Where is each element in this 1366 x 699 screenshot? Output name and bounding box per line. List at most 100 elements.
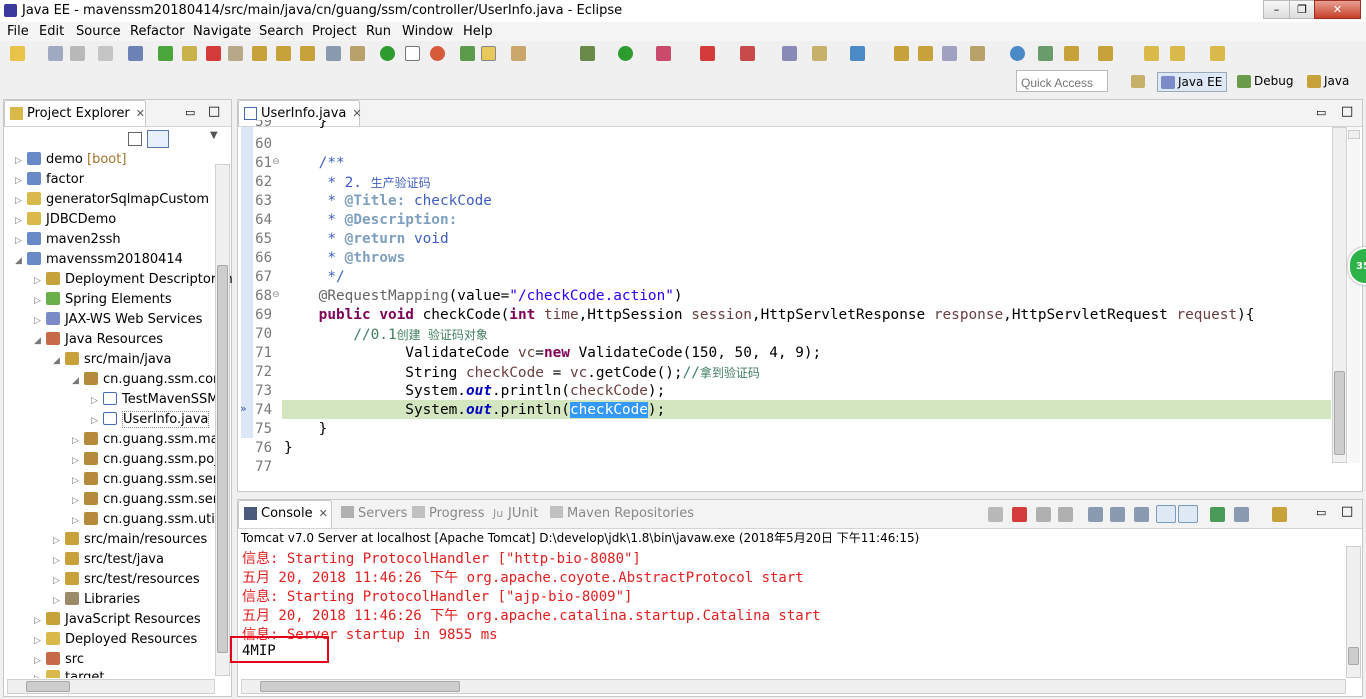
- close-tab-icon[interactable]: ✕: [319, 507, 328, 520]
- tree-item[interactable]: ▷ demo [boot]: [15, 150, 126, 170]
- clear-console-icon[interactable]: [1088, 507, 1103, 522]
- server-start-icon[interactable]: [380, 46, 395, 61]
- restore-button[interactable]: ❐: [1289, 0, 1315, 19]
- remove-all-terminated-icon[interactable]: [1036, 507, 1051, 522]
- maximize-view-icon[interactable]: □: [208, 104, 220, 119]
- menu-navigate[interactable]: Navigate: [193, 24, 251, 39]
- menu-edit[interactable]: Edit: [39, 24, 64, 39]
- tree-item[interactable]: ▷ Deployed Resources: [34, 630, 197, 650]
- tree-item[interactable]: ▷ Spring Elements: [34, 290, 172, 310]
- tree-item[interactable]: ▷ JavaScript Resources: [34, 610, 201, 630]
- console-hscroll-thumb[interactable]: [260, 681, 460, 692]
- tree-item[interactable]: ▷ cn.guang.ssm.serv: [72, 470, 226, 490]
- maximize-editor-icon[interactable]: □: [1341, 104, 1353, 119]
- drop-to-frame-icon[interactable]: [326, 46, 341, 61]
- editor-vertical-scrollbar[interactable]: [1332, 127, 1347, 463]
- tree-item[interactable]: ▷ Libraries: [53, 590, 140, 610]
- menu-source[interactable]: Source: [76, 24, 121, 39]
- display-selected-console-icon[interactable]: [1234, 507, 1249, 522]
- close-tab-icon[interactable]: ✕: [352, 107, 361, 120]
- maximize-console-icon[interactable]: □: [1341, 504, 1353, 519]
- forward-back-icon[interactable]: [1170, 46, 1185, 61]
- menu-refactor[interactable]: Refactor: [130, 24, 185, 39]
- tree-item[interactable]: ▷ src: [34, 650, 84, 670]
- tree-item[interactable]: ▷ generatorSqlmapCustom: [15, 190, 209, 210]
- tree-item[interactable]: ▷ cn.guang.ssm.pojc: [72, 450, 225, 470]
- editor-scroll-thumb[interactable]: [1334, 371, 1345, 455]
- next-annotation-icon[interactable]: [1038, 46, 1053, 61]
- web-browser-icon[interactable]: [430, 46, 445, 61]
- open-folder-icon[interactable]: [894, 46, 909, 61]
- menu-window[interactable]: Window: [402, 24, 453, 39]
- show-console-on-stderr-icon[interactable]: [1178, 505, 1198, 523]
- run-icon[interactable]: [618, 46, 633, 61]
- menu-help[interactable]: Help: [463, 24, 493, 39]
- pin-console-icon[interactable]: [1210, 507, 1225, 522]
- console-scroll-thumb[interactable]: [1348, 647, 1359, 665]
- tree-item[interactable]: ▷ src/main/resources: [53, 530, 207, 550]
- fold-collapse-icon[interactable]: ⊖: [272, 290, 280, 300]
- coverage-icon[interactable]: [656, 46, 671, 61]
- tree-item[interactable]: ▷ maven2ssh: [15, 230, 121, 250]
- tree-item[interactable]: ◢ src/main/java: [53, 350, 171, 370]
- tab-junit[interactable]: Ju JUnit: [493, 506, 538, 521]
- collapse-all-icon[interactable]: [128, 132, 142, 146]
- new-class-icon[interactable]: [850, 46, 865, 61]
- use-step-filters-icon[interactable]: [350, 46, 365, 61]
- tree-item[interactable]: ▷ src/test/java: [53, 550, 164, 570]
- tree-item[interactable]: ▷target: [34, 668, 105, 678]
- minimize-editor-icon[interactable]: ▭: [1316, 106, 1326, 119]
- step-return-icon[interactable]: [300, 46, 315, 61]
- save-icon[interactable]: [48, 46, 63, 61]
- tree-item[interactable]: ◢ cn.guang.ssm.cont: [72, 370, 226, 390]
- tree-item[interactable]: ▷ cn.guang.ssm.utils: [72, 510, 225, 530]
- tree-item[interactable]: ◢ Java Resources: [34, 330, 163, 350]
- terminate-console-icon[interactable]: [1012, 507, 1027, 522]
- tab-console[interactable]: Console ✕: [238, 500, 332, 528]
- tree-item[interactable]: ▷ factor: [15, 170, 84, 190]
- forward-icon[interactable]: [1210, 46, 1225, 61]
- open-type-icon[interactable]: [460, 46, 475, 61]
- quick-access-input[interactable]: [1016, 70, 1108, 92]
- fold-collapse-icon[interactable]: ⊖: [272, 157, 280, 167]
- menu-run[interactable]: Run: [366, 24, 391, 39]
- step-into-icon[interactable]: [252, 46, 267, 61]
- open-file-icon[interactable]: [918, 46, 933, 61]
- minimize-view-icon[interactable]: ▭: [185, 106, 195, 119]
- view-menu-icon[interactable]: ▼: [210, 130, 218, 141]
- tab-maven-repositories[interactable]: Maven Repositories: [550, 506, 694, 521]
- save-all-icon[interactable]: [70, 46, 85, 61]
- word-wrap-icon[interactable]: [1134, 507, 1149, 522]
- menu-search[interactable]: Search: [259, 24, 304, 39]
- terminate-icon[interactable]: [206, 46, 221, 61]
- resume-icon[interactable]: [158, 46, 173, 61]
- console-vertical-scrollbar[interactable]: [1346, 546, 1361, 678]
- tree-item[interactable]: ▷ cn.guang.ssm.map: [72, 430, 227, 450]
- open-console-icon[interactable]: [1272, 507, 1287, 522]
- new-project-icon[interactable]: [812, 46, 827, 61]
- disconnect-icon[interactable]: [228, 46, 243, 61]
- print-icon[interactable]: [98, 46, 113, 61]
- explorer-scroll-thumb[interactable]: [217, 265, 228, 653]
- remove-terminated-icon[interactable]: [1058, 507, 1073, 522]
- minimize-button[interactable]: –: [1263, 0, 1290, 19]
- project-explorer-tab[interactable]: Project Explorer ✕: [4, 100, 146, 126]
- edit-icon[interactable]: [942, 46, 957, 61]
- tree-item[interactable]: ▷ JDBCDemo: [15, 210, 116, 230]
- explorer-hscroll-thumb[interactable]: [26, 681, 70, 692]
- menu-file[interactable]: File: [7, 24, 29, 39]
- open-perspective-button[interactable]: [1128, 72, 1150, 92]
- menu-project[interactable]: Project: [312, 24, 356, 39]
- skip-breakpoints-icon[interactable]: [128, 46, 143, 61]
- new-server-icon[interactable]: [782, 46, 797, 61]
- perspective-debug[interactable]: Debug: [1234, 72, 1297, 92]
- tree-item[interactable]: ◢ mavenssm20180414: [15, 250, 183, 270]
- minimize-console-icon[interactable]: ▭: [1316, 506, 1326, 519]
- remove-launch-icon[interactable]: [988, 507, 1003, 522]
- tree-item[interactable]: ▷ TestMavenSSM: [91, 390, 218, 410]
- tree-item[interactable]: ▷ src/test/resources: [53, 570, 200, 590]
- scroll-lock-icon[interactable]: [1110, 507, 1125, 522]
- globe-icon[interactable]: [1010, 46, 1025, 61]
- debug-icon[interactable]: [580, 46, 595, 61]
- pencil-icon[interactable]: [970, 46, 985, 61]
